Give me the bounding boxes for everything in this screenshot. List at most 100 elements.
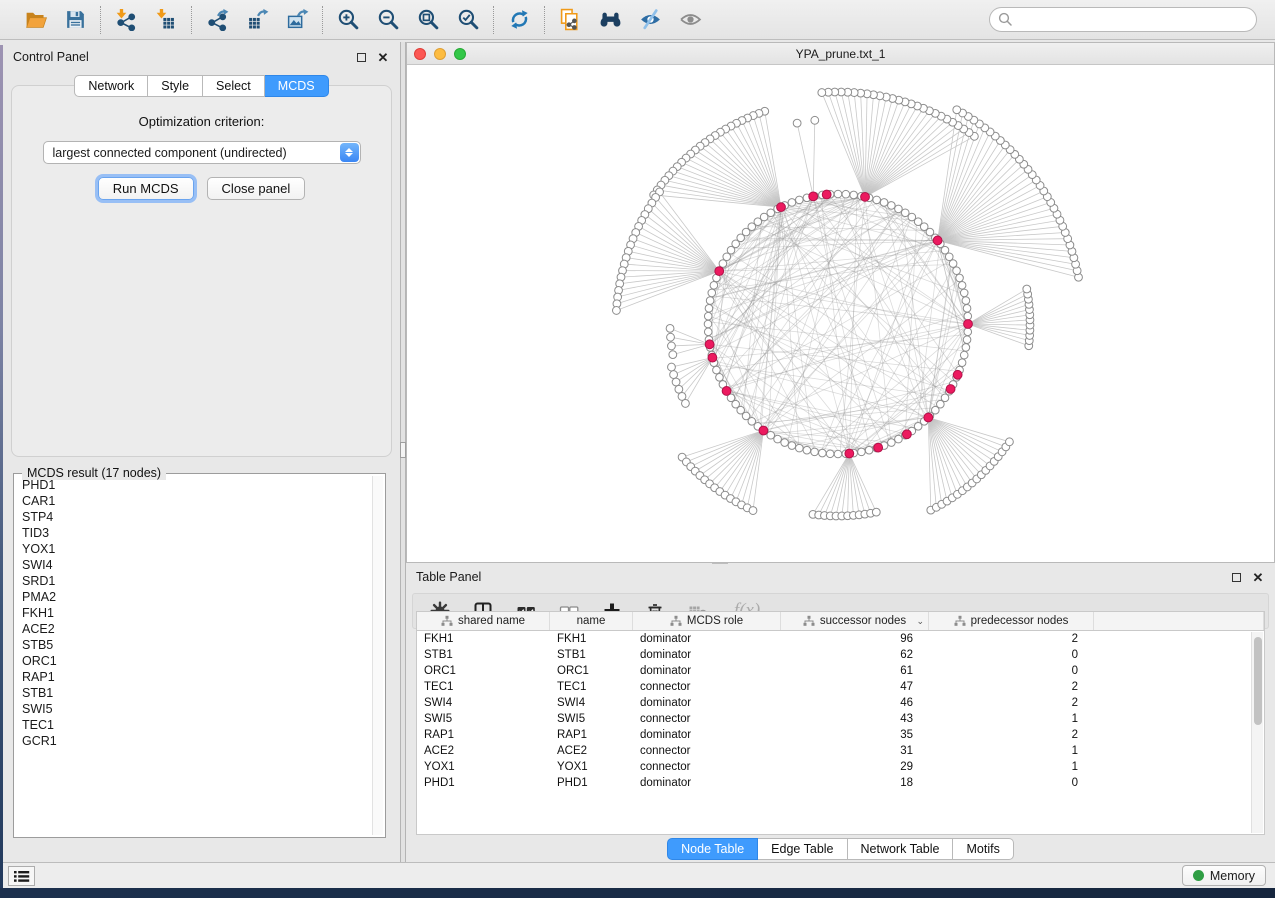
ring-node[interactable] <box>796 444 804 452</box>
cell-shared_name[interactable]: SWI5 <box>417 711 550 727</box>
mcds-hub-node[interactable] <box>705 340 714 349</box>
ring-node[interactable] <box>767 431 775 439</box>
ring-node[interactable] <box>842 190 850 198</box>
mcds-result-item[interactable]: ACE2 <box>17 621 371 637</box>
cell-predecessor_nodes[interactable]: 0 <box>929 663 1094 679</box>
mcds-result-item[interactable]: SWI5 <box>17 701 371 717</box>
ring-node[interactable] <box>704 328 712 336</box>
mcds-result-item[interactable]: STB1 <box>17 685 371 701</box>
table-row[interactable]: SWI4SWI4dominator462 <box>417 695 1264 711</box>
cell-successor_nodes[interactable]: 29 <box>781 759 929 775</box>
mcds-hub-node[interactable] <box>708 353 717 362</box>
cell-mcds_role[interactable]: connector <box>633 679 781 695</box>
column-header-name[interactable]: name <box>550 612 633 630</box>
control-panel-close-button[interactable]: ✕ <box>376 50 390 64</box>
ring-node[interactable] <box>834 190 842 198</box>
mcds-hub-node[interactable] <box>722 387 731 396</box>
cell-successor_nodes[interactable]: 18 <box>781 775 929 791</box>
tab-node-table[interactable]: Node Table <box>667 838 758 860</box>
ring-node[interactable] <box>858 448 866 456</box>
leaf-node[interactable] <box>1023 285 1031 293</box>
cell-successor_nodes[interactable]: 47 <box>781 679 929 695</box>
mcds-hub-node[interactable] <box>964 320 973 329</box>
table-panel-float-button[interactable] <box>1229 570 1243 584</box>
column-header-mcds_role[interactable]: MCDS role <box>633 612 781 630</box>
cell-predecessor_nodes[interactable]: 0 <box>929 775 1094 791</box>
zoom-out-button[interactable] <box>375 7 401 33</box>
column-header-successor_nodes[interactable]: successor nodes⌄ <box>781 612 929 630</box>
tab-mcds[interactable]: MCDS <box>265 75 329 97</box>
cell-successor_nodes[interactable]: 46 <box>781 695 929 711</box>
mcds-hub-node[interactable] <box>902 430 911 439</box>
import-network-button[interactable] <box>113 7 139 33</box>
table-panel-close-button[interactable]: ✕ <box>1251 570 1265 584</box>
mcds-hub-node[interactable] <box>809 192 818 201</box>
table-row[interactable]: YOX1YOX1connector291 <box>417 759 1264 775</box>
ring-node[interactable] <box>960 289 968 297</box>
cell-mcds_role[interactable]: dominator <box>633 727 781 743</box>
sort-chevron-icon[interactable]: ⌄ <box>916 616 924 627</box>
hide-selected-button[interactable] <box>637 7 663 33</box>
cell-name[interactable]: ORC1 <box>550 663 633 679</box>
mcds-hub-node[interactable] <box>874 443 883 452</box>
mcds-hub-node[interactable] <box>933 236 942 245</box>
cell-predecessor_nodes[interactable]: 0 <box>929 647 1094 663</box>
leaf-node[interactable] <box>682 400 690 408</box>
show-hidden-button[interactable] <box>677 7 703 33</box>
zoom-fit-button[interactable] <box>415 7 441 33</box>
cell-shared_name[interactable]: ACE2 <box>417 743 550 759</box>
cell-name[interactable]: FKH1 <box>550 631 633 647</box>
ring-node[interactable] <box>895 435 903 443</box>
mcds-result-item[interactable]: TEC1 <box>17 717 371 733</box>
tab-edge-table[interactable]: Edge Table <box>758 838 847 860</box>
cell-name[interactable]: RAP1 <box>550 727 633 743</box>
cell-shared_name[interactable]: YOX1 <box>417 759 550 775</box>
mcds-result-item[interactable]: ORC1 <box>17 653 371 669</box>
cell-shared_name[interactable]: RAP1 <box>417 727 550 743</box>
clone-network-button[interactable] <box>557 7 583 33</box>
mcds-result-item[interactable]: YOX1 <box>17 541 371 557</box>
export-table-button[interactable] <box>244 7 270 33</box>
table-row[interactable]: SWI5SWI5connector431 <box>417 711 1264 727</box>
cell-successor_nodes[interactable]: 96 <box>781 631 929 647</box>
leaf-node[interactable] <box>670 371 678 379</box>
cell-shared_name[interactable]: SWI4 <box>417 695 550 711</box>
cell-name[interactable]: ACE2 <box>550 743 633 759</box>
ring-node[interactable] <box>705 305 713 313</box>
ring-node[interactable] <box>803 446 811 454</box>
memory-button[interactable]: Memory <box>1182 865 1266 886</box>
mcds-result-scrollbar[interactable] <box>372 476 383 835</box>
table-row[interactable]: STB1STB1dominator620 <box>417 647 1264 663</box>
cell-successor_nodes[interactable]: 61 <box>781 663 929 679</box>
leaf-node[interactable] <box>818 89 826 97</box>
ring-node[interactable] <box>964 328 972 336</box>
table-row[interactable]: PHD1PHD1dominator180 <box>417 775 1264 791</box>
ring-node[interactable] <box>963 336 971 344</box>
ring-node[interactable] <box>710 282 718 290</box>
ring-node[interactable] <box>706 297 714 305</box>
ring-node[interactable] <box>834 450 842 458</box>
cell-mcds_role[interactable]: dominator <box>633 663 781 679</box>
table-row[interactable]: FKH1FKH1dominator962 <box>417 631 1264 647</box>
ring-node[interactable] <box>962 344 970 352</box>
network-canvas[interactable] <box>407 65 1274 563</box>
mcds-hub-node[interactable] <box>777 203 786 212</box>
ring-node[interactable] <box>963 305 971 313</box>
ring-node[interactable] <box>811 448 819 456</box>
ring-node[interactable] <box>719 260 727 268</box>
mcds-result-item[interactable]: FKH1 <box>17 605 371 621</box>
cell-predecessor_nodes[interactable]: 2 <box>929 631 1094 647</box>
leaf-node[interactable] <box>613 307 621 315</box>
leaf-node[interactable] <box>667 333 675 341</box>
leaf-node[interactable] <box>672 378 680 386</box>
cell-shared_name[interactable]: ORC1 <box>417 663 550 679</box>
mcds-hub-node[interactable] <box>924 413 933 422</box>
mcds-hub-node[interactable] <box>715 267 724 276</box>
cell-predecessor_nodes[interactable]: 2 <box>929 695 1094 711</box>
ring-node[interactable] <box>716 374 724 382</box>
tab-network-table[interactable]: Network Table <box>848 838 954 860</box>
close-panel-button[interactable]: Close panel <box>207 177 306 200</box>
mcds-result-item[interactable]: STB5 <box>17 637 371 653</box>
table-scrollbar-thumb[interactable] <box>1254 637 1262 725</box>
ring-node[interactable] <box>880 199 888 207</box>
